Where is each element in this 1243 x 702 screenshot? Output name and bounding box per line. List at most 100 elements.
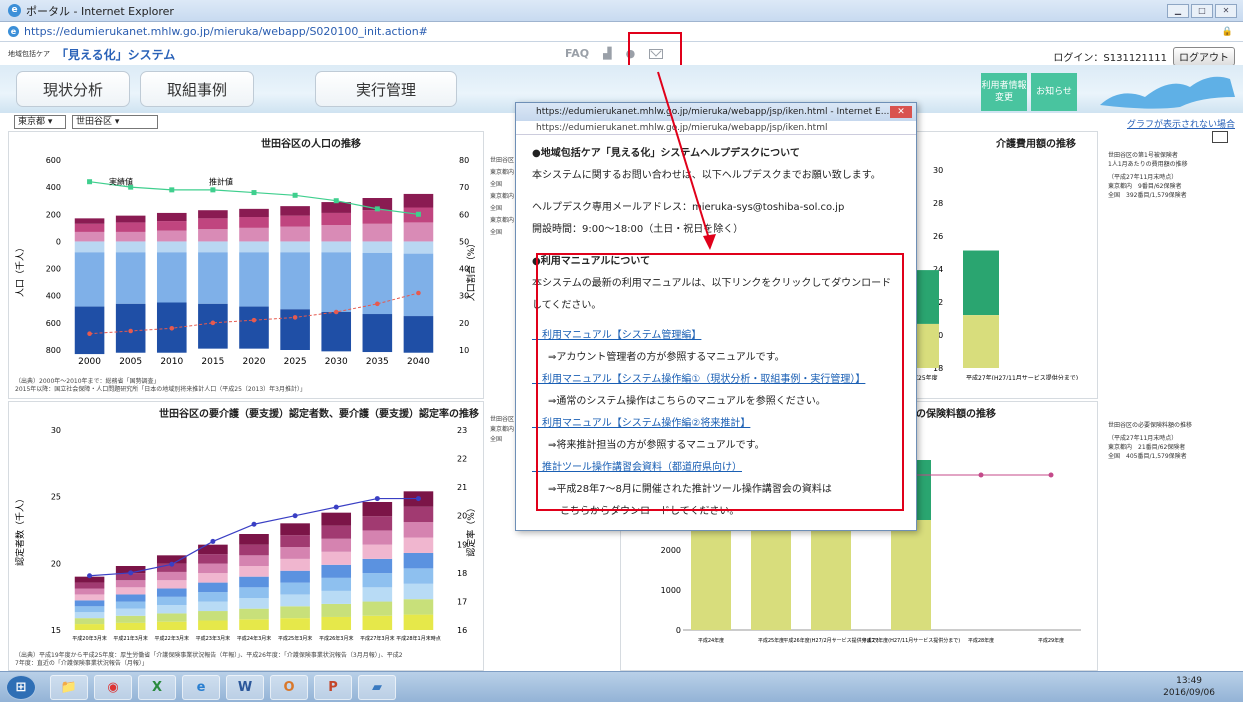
premium-right-sub: （平成27年11月末時点） 東京都内 21番目/62保険者 全国 405番目/1… [1108,435,1187,460]
popup-close-button[interactable]: ✕ [890,106,912,118]
bar-segment [321,551,352,565]
taskbar-app-icon[interactable]: ▰ [358,675,396,700]
bar-segment [362,601,393,616]
bar-segment [198,582,228,593]
line-point [128,328,133,334]
address-url[interactable]: https://edumierukanet.mhlw.go.jp/mieruka… [24,25,428,38]
tab-current-analysis[interactable]: 現状分析 [16,71,130,107]
x-tick-label: 2010 [160,357,183,367]
bar-segment [156,212,187,222]
cost-side-info: 世田谷区の第1号被保険者 1人1月あたりの費用額の推移 （平成27年11月末時点… [1108,151,1236,200]
bar-segment [321,225,352,242]
address-bar[interactable]: e https://edumierukanet.mhlw.go.jp/mieru… [0,22,1243,42]
start-button[interactable]: ⊞ [6,675,36,700]
x-tick-label: 2020 [243,357,266,367]
city-select[interactable]: 世田谷区 ▾ [72,115,158,129]
line-point [374,206,380,212]
x-tick-label: 平成20年3月末 [72,635,107,642]
graph-help-link[interactable]: グラフが表示されない場合 [1127,117,1235,130]
popup-address[interactable]: https://edumierukanet.mhlw.go.jp/mieruka… [516,121,916,135]
print-icon[interactable]: ▟ [603,47,611,60]
certification-side-labels: 世田谷区 東京都内 全国 [490,416,515,443]
x-tick-label: 平成21年3月末 [113,635,148,642]
line-point [169,187,175,193]
bar-segment [156,241,187,253]
bar-segment [198,554,228,564]
logout-button[interactable]: ログアウト [1173,47,1235,66]
bar-segment [115,608,146,616]
bar-segment [74,223,105,232]
taskbar-ie-icon[interactable]: e [182,675,220,700]
bar-segment [403,316,434,353]
line-point [292,192,298,198]
bar-segment [198,544,228,555]
header-bar: 地域包括ケア 「見える化」システム FAQ ▟ ● ログイン：S13112111… [0,43,1243,66]
line-point [128,570,134,576]
taskbar-word-icon[interactable]: W [226,675,264,700]
x-tick-label: 2005 [119,357,142,367]
tab-case-studies[interactable]: 取組事例 [140,71,254,107]
y-right-tick-label: 30 [933,166,943,175]
bar-segment [74,582,105,589]
bar-segment [362,573,393,588]
population-panel: 世田谷区の人口の推移 600 400 200 0 200 400 600 800 80 70 60 5… [8,131,484,399]
bar-segment [321,252,352,312]
bar-segment [74,306,105,355]
y-right-tick-label: 17 [457,597,467,606]
y-axis-label: 認定者数（千人） [14,494,26,566]
bar-segment [156,613,187,622]
taskbar-chrome-icon[interactable]: ◉ [94,675,132,700]
close-button[interactable]: ✕ [1215,4,1237,18]
pref-select[interactable]: 東京都 ▾ [14,115,66,129]
bar-segment [321,564,352,578]
taskbar-files-icon[interactable]: 📁 [50,675,88,700]
faq-link[interactable]: FAQ [565,47,589,60]
bar-segment [362,516,393,531]
y-right-tick-label: 21 [457,483,467,492]
taskbar-powerpoint-icon[interactable]: P [314,675,352,700]
y-tick-label: 25 [51,493,61,502]
bar-segment [198,229,228,242]
bar-segment [115,222,146,232]
notice-button[interactable]: お知らせ [1031,73,1077,111]
bar-segment [239,566,269,577]
y-right-tick-label: 70 [459,183,469,192]
tab-label: 取組事例 [166,80,227,99]
window-title: ポータル - Internet Explorer [26,4,174,18]
cost-right-title: 世田谷区の第1号被保険者 1人1月あたりの費用額の推移 [1108,152,1188,168]
y-tick-label: 400 [46,292,61,301]
line-point [169,561,175,567]
bar-segment [239,576,269,588]
bar-segment [403,522,434,538]
brand-title[interactable]: 「見える化」システム [56,46,175,63]
bar-segment [280,547,310,559]
user-info-button[interactable]: 利用者情報 変更 [981,73,1027,111]
bar-segment [156,596,187,606]
taskbar-office-icon[interactable]: O [270,675,308,700]
line-point [87,573,93,579]
bar-segment [362,502,393,517]
bar-segment [198,218,228,230]
x-tick-label: 2035 [366,357,389,367]
cost-right-sub: （平成27年11月末時点） 東京都内 9番目/62保険者 全国 392番目/1,… [1108,174,1187,199]
x-tick-label: 2040 [407,357,430,367]
lock-icon: 🔒 [1221,26,1233,37]
bar-segment [321,538,352,552]
tab-execution[interactable]: 実行管理 [315,71,457,107]
bar-segment [321,577,352,591]
line-point [292,513,298,519]
minimize-button[interactable]: ▁ [1167,4,1189,18]
chat-icon[interactable] [1212,131,1228,143]
bar-segment [74,606,105,613]
helpdesk-mail: ヘルプデスク専用メールアドレス：mieruka-sys@toshiba-sol.… [532,202,845,213]
y-tick-label: 15 [51,626,61,635]
bar-segment [156,571,187,581]
bar-segment [156,230,187,242]
maximize-button[interactable]: □ [1191,4,1213,18]
taskbar-excel-icon[interactable]: X [138,675,176,700]
bar-segment [115,580,146,588]
bar-segment [403,193,434,208]
population-chart: 6004002000200400600800807060504030201020… [15,156,477,367]
bar-segment [74,618,105,625]
ie-icon: e [8,4,21,17]
